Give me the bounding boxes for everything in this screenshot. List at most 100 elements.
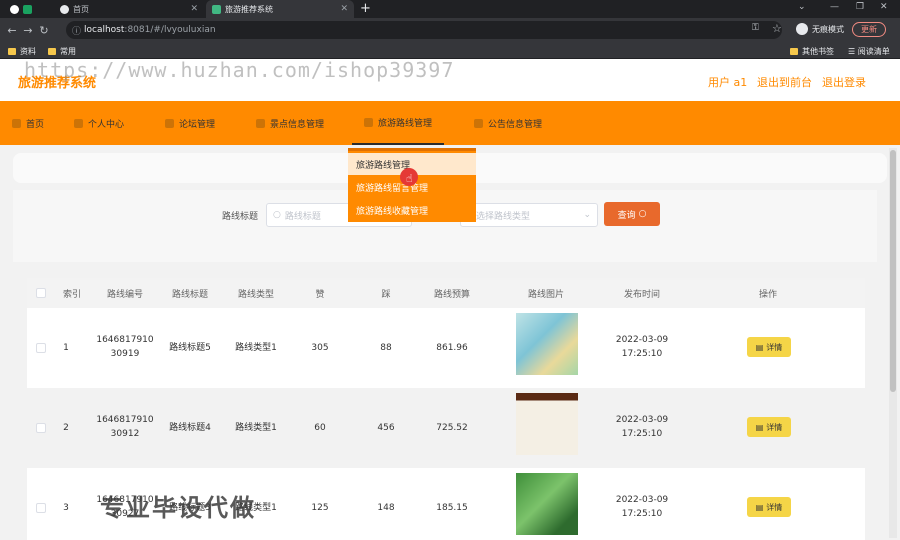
bookmark-folder-changyong[interactable]: 常用 bbox=[48, 46, 76, 57]
code-part: 1646817910 bbox=[96, 415, 154, 425]
route-image-thumbnail[interactable] bbox=[516, 313, 578, 375]
key-icon[interactable]: ⚿ bbox=[752, 23, 759, 33]
row-dislike: 148 bbox=[377, 503, 395, 513]
route-type-select[interactable]: 请选择路线类型 ⌄ bbox=[460, 203, 598, 227]
globe-icon bbox=[10, 4, 19, 14]
address-bar[interactable]: ⓘ localhost:8081/#/lvyouluxian bbox=[66, 21, 782, 39]
document-icon: ▤ bbox=[755, 502, 764, 512]
route-icon bbox=[364, 117, 373, 127]
folder-icon bbox=[8, 48, 16, 55]
route-image-thumbnail[interactable] bbox=[516, 473, 578, 535]
restore-icon[interactable]: ❐ bbox=[856, 2, 864, 12]
submenu-item-route-favorite[interactable]: 旅游路线收藏管理 bbox=[348, 199, 476, 221]
incognito-icon bbox=[796, 23, 808, 35]
row-like: 125 bbox=[311, 503, 329, 513]
select-all-checkbox[interactable] bbox=[36, 288, 46, 298]
row-datetime: 2022-03-09 17:25:10 bbox=[614, 333, 670, 361]
search-icon: ○ bbox=[638, 209, 647, 219]
browser-tab-active[interactable]: 旅游推荐系统 ✕ bbox=[206, 0, 354, 18]
vue-logo-icon bbox=[212, 4, 221, 14]
scrollbar-thumb[interactable] bbox=[890, 150, 896, 392]
nav-item-scenic[interactable]: 景点信息管理 bbox=[256, 101, 324, 145]
close-icon[interactable]: ✕ bbox=[190, 4, 198, 14]
bookmark-folder-other[interactable]: 其他书签 bbox=[790, 46, 834, 57]
row-type: 路线类型1 bbox=[235, 343, 277, 353]
url-host: localhost bbox=[84, 25, 125, 35]
detail-button[interactable]: ▤ 详情 bbox=[747, 417, 791, 437]
col-like: 赞 bbox=[315, 290, 325, 300]
input-placeholder: 路线标题 bbox=[284, 211, 321, 222]
date-part: 2022-03-09 bbox=[615, 335, 669, 345]
globe-icon bbox=[60, 4, 69, 14]
col-dislike: 踩 bbox=[381, 290, 391, 300]
route-image-thumbnail[interactable] bbox=[516, 393, 578, 455]
detail-label: 详情 bbox=[766, 342, 783, 352]
browser-tab-home[interactable]: 首页 ✕ bbox=[54, 0, 204, 18]
time-part: 17:25:10 bbox=[621, 509, 663, 519]
folder-icon bbox=[790, 48, 798, 55]
row-budget: 861.96 bbox=[436, 343, 468, 353]
scenic-icon bbox=[256, 118, 265, 128]
new-tab-button[interactable]: + bbox=[360, 1, 371, 16]
col-title: 路线标题 bbox=[171, 290, 208, 300]
reading-list[interactable]: ☰ 阅读清单 bbox=[848, 46, 890, 57]
reload-icon[interactable]: ↻ bbox=[36, 24, 52, 37]
nav-item-forum[interactable]: 论坛管理 bbox=[165, 101, 215, 145]
detail-button[interactable]: ▤ 详情 bbox=[747, 337, 791, 357]
row-dislike: 88 bbox=[380, 343, 392, 353]
row-checkbox[interactable] bbox=[36, 423, 46, 433]
row-index: 3 bbox=[63, 503, 69, 513]
browser-tab-icons[interactable] bbox=[4, 0, 50, 18]
chevron-down-icon[interactable]: ⌄ bbox=[798, 2, 806, 12]
back-arrow-icon[interactable]: ← bbox=[4, 24, 20, 37]
promo-watermark: 专业毕设代做 bbox=[100, 494, 256, 522]
bookmark-folder-ziliao[interactable]: 资料 bbox=[8, 46, 36, 57]
row-budget: 725.52 bbox=[436, 423, 468, 433]
forward-arrow-icon[interactable]: → bbox=[20, 24, 36, 37]
logout-link[interactable]: 退出登录 bbox=[822, 74, 866, 90]
nav-label: 旅游路线管理 bbox=[378, 118, 433, 129]
col-index: 索引 bbox=[62, 290, 81, 300]
notice-icon bbox=[474, 118, 483, 128]
row-index: 2 bbox=[63, 423, 69, 433]
col-actions: 操作 bbox=[758, 290, 777, 300]
info-icon: ⓘ bbox=[72, 26, 82, 37]
nav-label: 论坛管理 bbox=[179, 119, 216, 130]
close-icon[interactable]: ✕ bbox=[340, 4, 348, 14]
query-button[interactable]: 查询 ○ bbox=[604, 202, 660, 226]
time-part: 17:25:10 bbox=[621, 429, 663, 439]
browser-tab-strip: 首页 ✕ 旅游推荐系统 ✕ + ⌄ — ❐ ✕ bbox=[0, 0, 900, 18]
row-datetime: 2022-03-09 17:25:10 bbox=[614, 493, 670, 521]
code-part: 1646817910 bbox=[96, 335, 154, 345]
nav-label: 首页 bbox=[26, 119, 45, 130]
user-icon bbox=[74, 118, 83, 128]
nav-item-notice[interactable]: 公告信息管理 bbox=[474, 101, 542, 145]
main-nav bbox=[0, 101, 900, 145]
bookmark-label: 阅读清单 bbox=[857, 47, 890, 56]
search-icon: ○ bbox=[273, 210, 281, 220]
document-icon: ▤ bbox=[755, 342, 764, 352]
row-like: 305 bbox=[311, 343, 329, 353]
row-type: 路线类型1 bbox=[235, 423, 277, 433]
tab-label: 首页 bbox=[73, 4, 89, 14]
row-checkbox[interactable] bbox=[36, 503, 46, 513]
star-icon[interactable]: ☆ bbox=[772, 22, 782, 35]
detail-button[interactable]: ▤ 详情 bbox=[747, 497, 791, 517]
row-datetime: 2022-03-09 17:25:10 bbox=[614, 413, 670, 441]
col-type: 路线类型 bbox=[237, 290, 274, 300]
nav-item-home[interactable]: 首页 bbox=[12, 101, 44, 145]
row-checkbox[interactable] bbox=[36, 343, 46, 353]
code-part: 30919 bbox=[110, 349, 140, 359]
hand-cursor-icon: ☝ bbox=[406, 172, 413, 185]
nav-item-profile[interactable]: 个人中心 bbox=[74, 101, 124, 145]
minimize-icon[interactable]: — bbox=[830, 2, 839, 12]
back-to-frontend-link[interactable]: 退出到前台 bbox=[757, 74, 812, 90]
update-button[interactable]: 更新 bbox=[852, 22, 886, 37]
row-like: 60 bbox=[314, 423, 326, 433]
nav-item-route[interactable]: 旅游路线管理 bbox=[352, 101, 445, 145]
forum-icon bbox=[165, 118, 174, 128]
sheet-icon bbox=[23, 4, 32, 14]
window-close-icon[interactable]: ✕ bbox=[880, 2, 888, 12]
select-placeholder: 请选择路线类型 bbox=[467, 211, 531, 222]
detail-label: 详情 bbox=[766, 502, 783, 512]
